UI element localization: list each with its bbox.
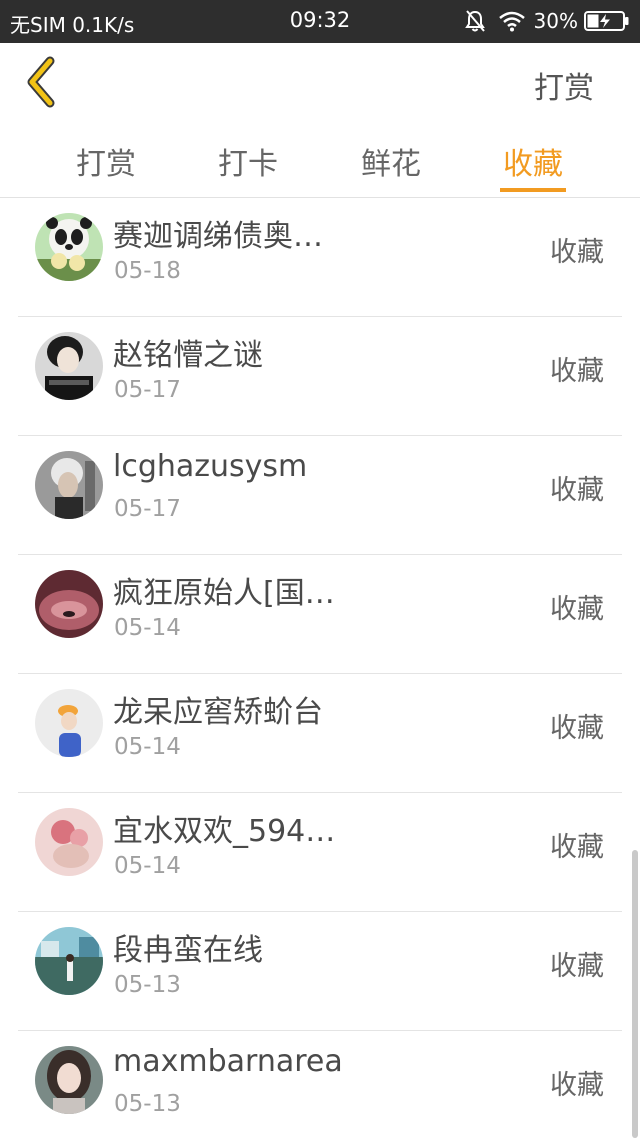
favorite-button[interactable]: 收藏: [550, 706, 604, 745]
tab-checkin[interactable]: 打卡: [188, 139, 308, 183]
item-name: 段冉蛮在线: [113, 933, 263, 968]
item-name: 赵铭懵之谜: [113, 338, 263, 373]
active-tab-indicator: [500, 188, 566, 192]
avatar: [35, 689, 103, 757]
favorite-button[interactable]: 收藏: [550, 230, 604, 269]
list-item[interactable]: 段冉蛮在线 05-13 收藏: [18, 912, 622, 1031]
avatar: [35, 1046, 103, 1114]
nav-bar: 打赏: [0, 43, 640, 121]
item-date: 05-14: [114, 853, 181, 879]
list-item[interactable]: 赵铭懵之谜 05-17 收藏: [18, 317, 622, 436]
status-indicators: 30%: [464, 7, 630, 35]
battery-charging-icon: [584, 10, 630, 32]
item-date: 05-14: [114, 615, 181, 641]
favorite-button[interactable]: 收藏: [550, 1063, 604, 1102]
tab-reward[interactable]: 打赏: [46, 139, 166, 183]
avatar: [35, 570, 103, 638]
tab-favorites[interactable]: 收藏: [473, 139, 593, 183]
list-item[interactable]: maxmbarnarea 05-13 收藏: [18, 1031, 622, 1138]
list-item[interactable]: 龙呆应窖矫蚧台 05-14 收藏: [18, 674, 622, 793]
avatar: [35, 451, 103, 519]
avatar: [35, 927, 103, 995]
list-item[interactable]: 疯狂原始人[国… 05-14 收藏: [18, 555, 622, 674]
item-date: 05-14: [114, 734, 181, 760]
favorite-button[interactable]: 收藏: [550, 825, 604, 864]
item-name: 宜水双欢_594…: [113, 814, 336, 849]
item-name: 疯狂原始人[国…: [113, 576, 335, 611]
avatar: [35, 213, 103, 281]
favorite-button[interactable]: 收藏: [550, 587, 604, 626]
tab-flowers[interactable]: 鲜花: [331, 139, 451, 183]
avatar: [35, 808, 103, 876]
item-name: 龙呆应窖矫蚧台: [113, 695, 323, 730]
wifi-icon: [498, 10, 526, 32]
battery-percent: 30%: [533, 9, 578, 33]
item-date: 05-17: [114, 496, 181, 522]
favorite-button[interactable]: 收藏: [550, 468, 604, 507]
item-name: 赛迦调绨债奥…: [113, 219, 323, 254]
item-name: lcghazusysm: [113, 449, 308, 484]
status-bar: 无SIM 0.1K/s 09:32 30%: [0, 0, 640, 43]
scrollbar[interactable]: [632, 850, 638, 1138]
item-name: maxmbarnarea: [113, 1044, 343, 1079]
favorite-button[interactable]: 收藏: [550, 944, 604, 983]
chevron-left-icon: [27, 56, 55, 108]
item-date: 05-18: [114, 258, 181, 284]
tab-bar: 打赏 打卡 鲜花 收藏: [0, 121, 640, 198]
list-item[interactable]: lcghazusysm 05-17 收藏: [18, 436, 622, 555]
favorite-button[interactable]: 收藏: [550, 349, 604, 388]
avatar: [35, 332, 103, 400]
list-item[interactable]: 宜水双欢_594… 05-14 收藏: [18, 793, 622, 912]
reward-button[interactable]: 打赏: [534, 63, 594, 107]
mute-bell-icon: [464, 9, 486, 33]
back-button[interactable]: [20, 55, 66, 109]
favorites-list[interactable]: 赛迦调绨债奥… 05-18 收藏 赵铭懵之谜 05-17 收藏 lcghazus…: [0, 198, 640, 1138]
item-date: 05-17: [114, 377, 181, 403]
list-item[interactable]: 赛迦调绨债奥… 05-18 收藏: [18, 198, 622, 317]
item-date: 05-13: [114, 972, 181, 998]
item-date: 05-13: [114, 1091, 181, 1117]
